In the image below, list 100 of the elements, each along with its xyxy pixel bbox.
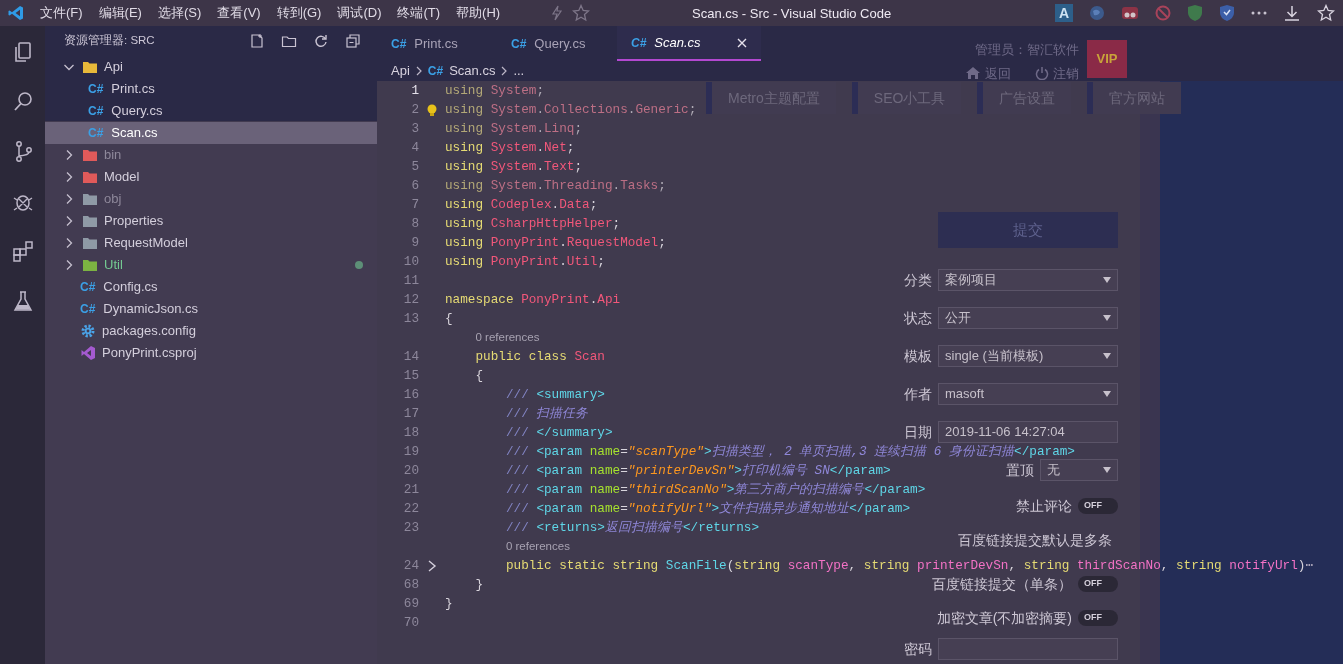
letter-badge-icon[interactable]: A [1055, 4, 1073, 22]
field-label: 置顶 [1006, 460, 1034, 480]
tree-item[interactable]: packages.config [45, 320, 377, 342]
menu-item[interactable]: 调试(D) [329, 0, 390, 26]
field-label: 禁止评论 [1016, 496, 1072, 516]
glasses-icon[interactable] [1121, 5, 1139, 21]
menu-item[interactable]: 转到(G) [268, 0, 330, 26]
shield-icon[interactable] [1219, 4, 1235, 22]
admin-label: 管理员：智汇软件 [975, 41, 1079, 59]
csharp-file-icon: C# [88, 78, 104, 100]
menu-item[interactable]: 文件(F) [32, 0, 91, 26]
menu-item[interactable]: 编辑(E) [90, 0, 150, 26]
code-line: /// <param name="printerDevSn">打印机编号 SN</param> [504, 462, 891, 480]
code-line: /// <returns>返回扫描编号</returns> [504, 519, 760, 537]
code-line: /// <summary> [504, 386, 605, 404]
line-number: 69 [402, 595, 419, 613]
tree-item[interactable]: C# Print.cs [45, 78, 377, 100]
input-field[interactable]: 2019-11-06 14:27:04 [938, 421, 1118, 443]
code-line: } [445, 595, 453, 613]
tree-item[interactable]: C# Query.cs [45, 100, 377, 122]
line-number: 21 [402, 481, 419, 499]
project-file-icon [80, 345, 96, 361]
editor-tab[interactable]: C# Scan.cs [617, 26, 761, 61]
more-icon[interactable] [1251, 10, 1267, 16]
code-line: /// <param name="notifyUrl">文件扫描异步通知地址</param> [504, 500, 911, 518]
code-line: /// <param name="thirdScanNo">第三方商户的扫描编号</param> [504, 481, 926, 499]
tree-item[interactable]: C# DynamicJson.cs [45, 298, 377, 320]
tree-item[interactable]: PonyPrint.csproj [45, 342, 377, 364]
code-line: } [474, 576, 484, 594]
field-label: 作者 [904, 384, 932, 404]
select-field[interactable]: 无 [1040, 459, 1118, 481]
select-field[interactable]: 公开 [938, 307, 1118, 329]
caret-down-icon [1103, 391, 1111, 397]
csharp-file-icon: C# [88, 100, 104, 122]
flask-icon[interactable] [11, 289, 34, 313]
field-label: 日期 [904, 422, 932, 442]
tree-item[interactable]: Util [45, 254, 377, 276]
code-line: using Codeplex.Data; [445, 196, 598, 214]
code-line: { [474, 367, 484, 385]
select-field[interactable]: single (当前模板) [938, 345, 1118, 367]
codelens-link[interactable]: 0 references [505, 537, 570, 556]
line-number: 11 [402, 272, 419, 290]
code-line: using System.Threading.Tasks; [445, 177, 666, 195]
line-number: 16 [402, 386, 419, 404]
toggle-switch[interactable]: OFF [1078, 610, 1118, 626]
new-file-icon[interactable] [249, 33, 265, 49]
collapse-icon[interactable] [345, 33, 361, 49]
toggle-switch[interactable]: OFF [1078, 498, 1118, 514]
line-number: 13 [402, 310, 419, 328]
input-field[interactable] [938, 638, 1118, 660]
field-label: 状态 [904, 308, 932, 328]
new-folder-icon[interactable] [281, 33, 297, 49]
breadcrumb-item[interactable]: ... [513, 61, 525, 81]
toggle-switch[interactable]: OFF [1078, 576, 1118, 592]
code-line: using PonyPrint.Util; [445, 253, 605, 271]
lightbulb-icon[interactable] [427, 103, 437, 116]
code-line: using PonyPrint.RequestModel; [445, 234, 666, 252]
tree-item[interactable]: Api [45, 56, 377, 78]
select-field[interactable]: masoft [938, 383, 1118, 405]
line-number: 14 [402, 348, 419, 366]
field-label: 加密文章(不加密摘要) [936, 608, 1072, 628]
line-number: 12 [402, 291, 419, 309]
tree-item[interactable]: Model [45, 166, 377, 188]
tree-item[interactable]: C# Config.cs [45, 276, 377, 298]
tree-item[interactable]: C# Scan.cs [45, 122, 377, 144]
download-icon[interactable] [1283, 4, 1301, 22]
line-number: 18 [402, 424, 419, 442]
codelens-link[interactable]: 0 references [475, 328, 540, 347]
line-number: 20 [402, 462, 419, 480]
star-icon[interactable] [572, 4, 590, 22]
refresh-icon[interactable] [313, 33, 329, 49]
menu-item[interactable]: 查看(V) [209, 0, 269, 26]
code-line: using System.Collections.Generic; [445, 101, 697, 119]
code-line: /// </summary> [504, 424, 613, 442]
caret-down-icon [1103, 277, 1111, 283]
menu-item[interactable]: 选择(S) [149, 0, 210, 26]
select-field[interactable]: 案例项目 [938, 269, 1118, 291]
chevron-right-icon[interactable] [427, 558, 437, 573]
line-number: 5 [410, 158, 419, 176]
code-line: /// <param name="scanType">扫描类型， 2 单页扫描,3 连续扫描 6 身份证扫描</param> [504, 443, 1075, 461]
lightning-icon[interactable] [550, 5, 564, 21]
breadcrumb-item[interactable]: C# Scan.cs [427, 61, 496, 81]
line-number: 4 [410, 139, 419, 157]
globe-icon[interactable] [1089, 5, 1105, 21]
csharp-file-icon: C# [80, 298, 96, 320]
tree-item[interactable]: Properties [45, 210, 377, 232]
extensions-icon[interactable] [11, 239, 34, 263]
breadcrumb-item[interactable]: Api [391, 61, 410, 81]
code-line: /// 扫描任务 [504, 405, 589, 423]
close-icon[interactable] [736, 37, 747, 48]
line-number: 23 [402, 519, 419, 537]
field-label: 百度链接提交（单条） [932, 574, 1072, 594]
line-number: 1 [410, 82, 419, 100]
code-line: public class Scan [474, 348, 605, 366]
line-number: 3 [410, 120, 419, 138]
menu-item[interactable]: 终端(T) [389, 0, 449, 26]
csharp-file-icon: C# [80, 276, 96, 298]
menu-item[interactable]: 帮助(H) [448, 0, 509, 26]
search-icon[interactable] [11, 89, 34, 113]
tree-item[interactable]: RequestModel [45, 232, 377, 254]
